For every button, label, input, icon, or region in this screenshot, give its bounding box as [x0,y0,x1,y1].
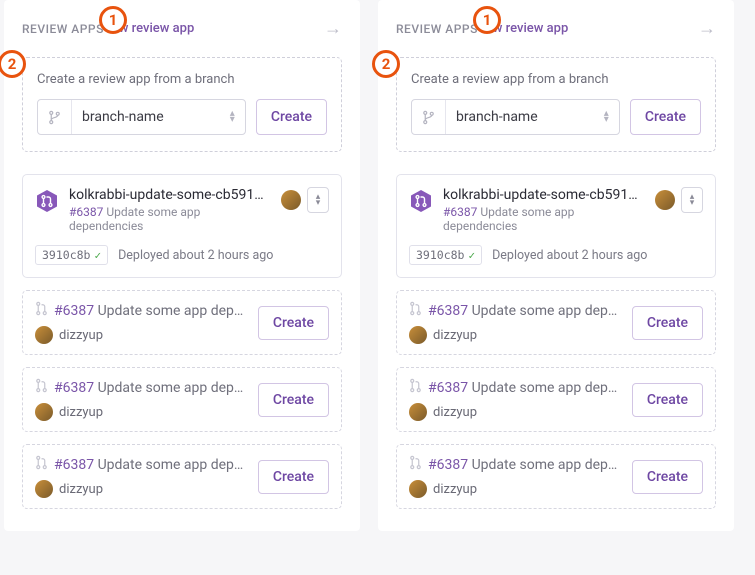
pr-number-link[interactable]: #6387 [428,303,468,319]
avatar [35,480,53,498]
username: dizzyup [433,482,477,497]
pending-app-card: #6387 Update some app depend… dizzyup Cr… [22,290,342,355]
pull-request-icon [409,455,422,474]
avatar [409,326,427,344]
app-name: kolkrabbi-update-some-cb59190f4d [69,187,271,203]
create-review-app-box: Create a review app from a branch branch… [22,57,342,152]
username: dizzyup [433,405,477,420]
git-branch-icon [38,100,72,134]
annotation-1: 1 [473,6,501,34]
avatar [409,480,427,498]
pr-number-link[interactable]: #6387 [54,457,94,473]
deployed-app-card: kolkrabbi-update-some-cb59190f4d #6387 U… [396,174,716,278]
username: dizzyup [59,482,103,497]
create-button[interactable]: Create [632,383,703,417]
pull-request-icon [35,301,48,320]
select-chevrons-icon: ▴▾ [594,111,619,123]
commit-tag[interactable]: 3910c8b ✓ [35,245,108,265]
select-chevrons-icon: ▴▾ [220,111,245,123]
review-apps-label: REVIEW APPS [22,22,104,36]
card-actions-button[interactable]: ▴▾ [681,187,703,213]
deploy-status-text: Deployed about 2 hours ago [118,248,273,263]
create-button[interactable]: Create [258,306,329,340]
pull-request-icon [409,378,422,397]
branch-name-value: branch-name [446,109,594,125]
create-button[interactable]: Create [630,99,701,135]
check-icon: ✓ [468,249,475,262]
branch-selector[interactable]: branch-name ▴▾ [411,99,620,135]
pr-number-link[interactable]: #6387 [428,380,468,396]
branch-name-value: branch-name [72,109,220,125]
username: dizzyup [59,405,103,420]
pending-app-card: #6387 Update some app depend… dizzyup Cr… [396,290,716,355]
pending-app-card: #6387 Update some app depend… dizzyup Cr… [22,444,342,509]
deployed-app-card: kolkrabbi-update-some-cb59190f4d #6387 U… [22,174,342,278]
create-box-title: Create a review app from a branch [37,72,327,87]
pr-number-link[interactable]: #6387 [54,303,94,319]
app-name: kolkrabbi-update-some-cb59190f4d [443,187,645,203]
panel-header: REVIEW APPS ew review app → [396,18,716,39]
pull-request-icon [35,455,48,474]
pending-app-card: #6387 Update some app depend… dizzyup Cr… [396,444,716,509]
create-review-app-box: Create a review app from a branch branch… [396,57,716,152]
create-box-title: Create a review app from a branch [411,72,701,87]
create-button[interactable]: Create [258,460,329,494]
pr-number-link[interactable]: #6387 [54,380,94,396]
username: dizzyup [433,328,477,343]
create-button[interactable]: Create [258,383,329,417]
annotation-1: 1 [99,6,127,34]
avatar [281,190,301,210]
review-apps-panel-right: 1 2 REVIEW APPS ew review app → Create a… [378,0,734,531]
card-actions-button[interactable]: ▴▾ [307,187,329,213]
pr-number-link[interactable]: #6387 [69,205,103,219]
commit-sha: 3910c8b [42,248,90,262]
username: dizzyup [59,328,103,343]
arrow-right-icon[interactable]: → [324,18,342,39]
pending-app-card: #6387 Update some app depend… dizzyup Cr… [396,367,716,432]
review-apps-label: REVIEW APPS [396,22,478,36]
deploy-status-text: Deployed about 2 hours ago [492,248,647,263]
commit-sha: 3910c8b [416,248,464,262]
create-button[interactable]: Create [632,460,703,494]
pull-request-icon [35,378,48,397]
pending-title: Update some app depend… [472,303,622,319]
pending-title: Update some app depend… [98,303,248,319]
avatar [35,403,53,421]
pull-request-hex-icon [35,189,59,213]
branch-selector[interactable]: branch-name ▴▾ [37,99,246,135]
avatar [35,326,53,344]
pending-title: Update some app depend… [472,457,622,473]
create-button[interactable]: Create [632,306,703,340]
pending-title: Update some app depend… [98,457,248,473]
pr-number-link[interactable]: #6387 [428,457,468,473]
pending-title: Update some app depend… [98,380,248,396]
panel-header: REVIEW APPS ew review app → [22,18,342,39]
pending-title: Update some app depend… [472,380,622,396]
pull-request-hex-icon [409,189,433,213]
create-button[interactable]: Create [256,99,327,135]
arrow-right-icon[interactable]: → [698,18,716,39]
commit-tag[interactable]: 3910c8b ✓ [409,245,482,265]
review-apps-panel-left: 1 2 REVIEW APPS ew review app → Create a… [4,0,360,531]
avatar [409,403,427,421]
git-branch-icon [412,100,446,134]
check-icon: ✓ [94,249,101,262]
annotation-2: 2 [372,50,400,78]
avatar [655,190,675,210]
pr-number-link[interactable]: #6387 [443,205,477,219]
pull-request-icon [409,301,422,320]
pending-app-card: #6387 Update some app depend… dizzyup Cr… [22,367,342,432]
